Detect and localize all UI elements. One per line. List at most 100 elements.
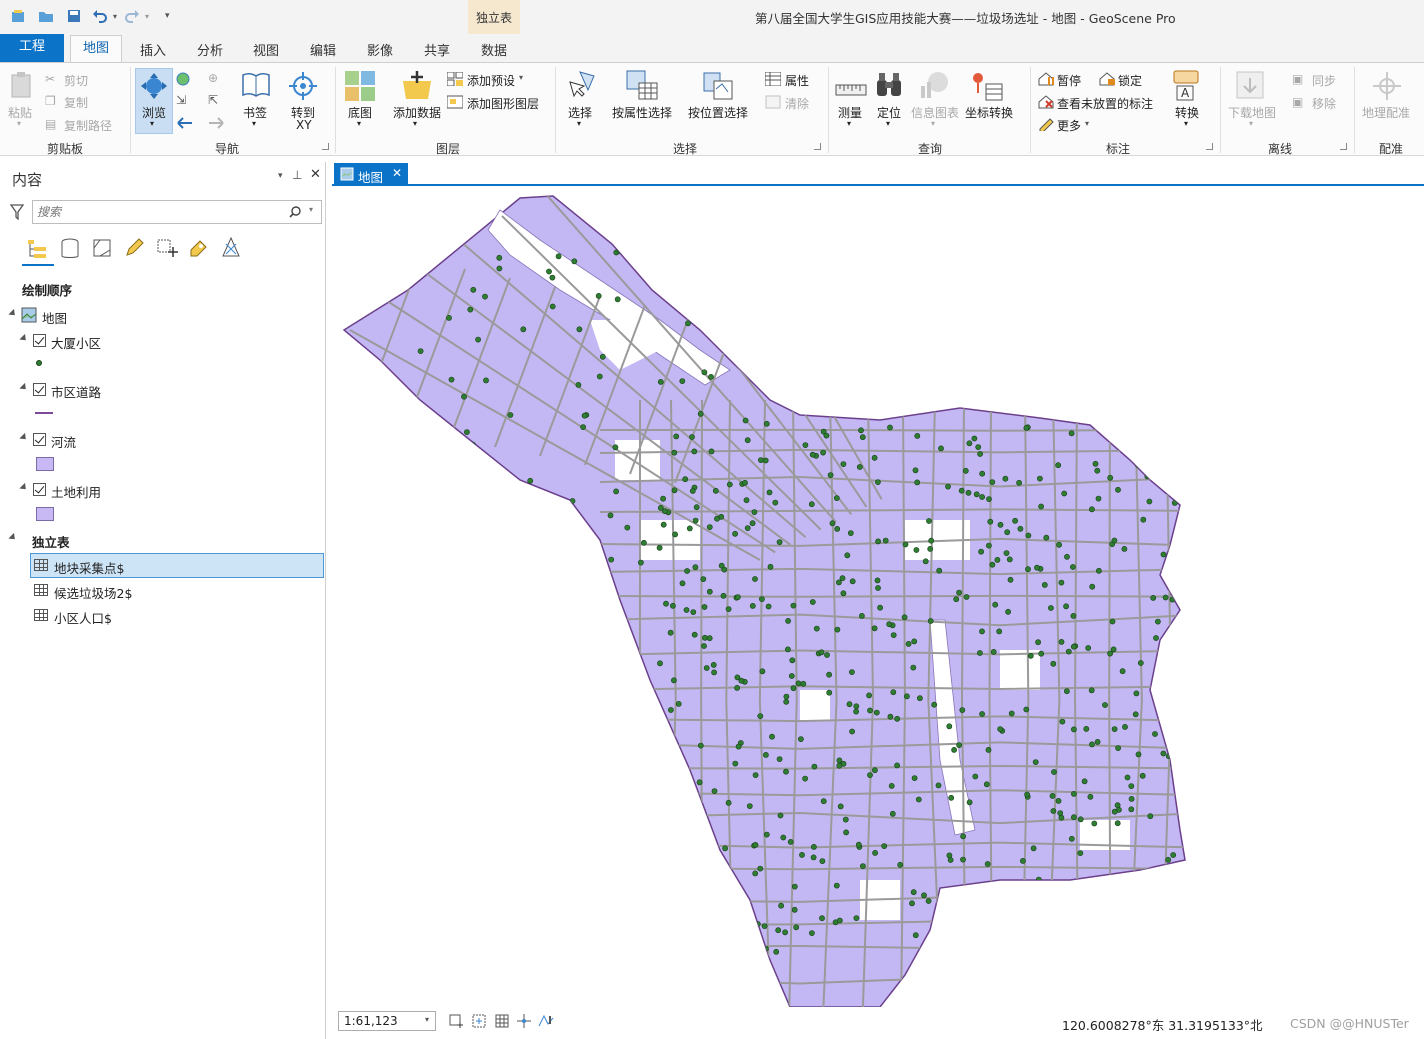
redo-icon[interactable] (124, 8, 140, 24)
tab-edit[interactable]: 编辑 (310, 40, 336, 59)
pause-drawing-icon[interactable] (538, 1013, 554, 1029)
convert-coordinates-icon[interactable] (972, 70, 1004, 102)
tab-project[interactable]: 工程 (0, 34, 64, 62)
layer-collapse-icon[interactable] (19, 333, 29, 344)
offline-launcher-icon[interactable] (1340, 143, 1347, 150)
explore-icon[interactable] (140, 72, 168, 100)
paste-icon[interactable] (9, 71, 35, 101)
goto-xy-icon[interactable] (288, 71, 318, 101)
close-tab-icon[interactable]: ✕ (392, 166, 402, 180)
add-graphics-layer-button[interactable]: 添加图形图层 (467, 95, 539, 112)
list-by-selection-icon[interactable] (92, 238, 112, 258)
locate-icon[interactable] (874, 70, 904, 100)
select-dropdown-icon[interactable]: ▾ (577, 119, 581, 128)
redo-dropdown-icon[interactable]: ▾ (145, 12, 161, 28)
list-by-source-icon[interactable] (60, 238, 80, 260)
map-canvas[interactable] (334, 187, 1424, 1007)
sync-button[interactable]: 同步 (1312, 72, 1336, 89)
next-extent-icon[interactable] (207, 116, 225, 130)
more-dropdown-icon[interactable]: ▾ (1085, 119, 1089, 128)
convert-coordinates-button[interactable]: 坐标转换 (965, 104, 1013, 121)
standalone-collapse-icon[interactable] (8, 532, 18, 543)
copy-button[interactable]: 复制 (64, 94, 88, 111)
cut-button[interactable]: 剪切 (64, 72, 88, 89)
fixed-zoom-in-icon[interactable]: ⇲ (176, 93, 186, 107)
paste-dropdown-icon[interactable]: ▾ (17, 119, 21, 128)
navigate-launcher-icon[interactable] (322, 143, 329, 150)
close-pane-icon[interactable]: ✕ (310, 167, 321, 182)
pause-labels-button[interactable]: 暂停 (1057, 72, 1081, 89)
view-unplaced-button[interactable]: 查看未放置的标注 (1057, 95, 1153, 112)
layer-visibility-checkbox[interactable] (33, 334, 46, 347)
snapping-icon[interactable] (471, 1013, 487, 1029)
undo-icon[interactable] (92, 8, 108, 24)
layer-residential[interactable]: 大厦小区 (51, 333, 101, 352)
layer-rivers[interactable]: 河流 (51, 432, 76, 451)
select-by-attributes-icon[interactable] (625, 69, 659, 101)
layer-collapse-icon[interactable] (19, 432, 29, 443)
layer-visibility-checkbox[interactable] (33, 483, 46, 496)
full-extent-icon[interactable] (175, 71, 191, 87)
table-candidate-landfill[interactable]: 候选垃圾场2$ (54, 583, 132, 602)
coordinate-format-dropdown-icon[interactable]: ⌄ (1250, 1016, 1258, 1027)
lock-labels-button[interactable]: 锁定 (1118, 72, 1142, 89)
select-by-location-button[interactable]: 按位置选择 (688, 104, 748, 121)
bookmarks-icon[interactable] (241, 71, 271, 99)
attributes-button[interactable]: 属性 (785, 72, 809, 89)
table-population[interactable]: 小区人口$ (54, 608, 112, 627)
clear-selection-button[interactable]: 清除 (785, 95, 809, 112)
table-grid-icon[interactable] (494, 1013, 510, 1029)
list-by-snapping-icon[interactable] (156, 238, 178, 258)
point-symbol[interactable] (36, 360, 42, 366)
tab-view[interactable]: 视图 (253, 40, 279, 59)
add-preset-button[interactable]: 添加预设 (467, 72, 515, 89)
layer-roads[interactable]: 市区道路 (51, 382, 101, 401)
customize-qat-icon[interactable]: ▾ (165, 11, 181, 27)
table-parcel-points[interactable]: 地块采集点$ (54, 558, 124, 577)
layer-land-use[interactable]: 土地利用 (51, 482, 101, 501)
polygon-symbol[interactable] (36, 457, 54, 471)
add-data-icon[interactable] (401, 69, 433, 101)
scale-selector[interactable]: 1:61,123 ▾ (338, 1011, 436, 1031)
locate-dropdown-icon[interactable]: ▾ (886, 119, 890, 128)
infographics-icon[interactable] (918, 70, 950, 100)
grid-icon[interactable] (448, 1013, 464, 1029)
measure-icon[interactable] (835, 79, 867, 99)
zoom-to-selection-icon[interactable]: ⊕ (208, 71, 218, 85)
map-view-tab[interactable]: 地图 ✕ (334, 163, 408, 186)
map-node-label[interactable]: 地图 (42, 308, 67, 327)
add-preset-dropdown-icon[interactable]: ▾ (519, 73, 523, 82)
tab-imagery[interactable]: 影像 (367, 40, 393, 59)
tab-map[interactable]: 地图 (70, 35, 122, 63)
list-by-labeling-icon[interactable] (188, 238, 210, 258)
layer-visibility-checkbox[interactable] (33, 383, 46, 396)
layer-collapse-icon[interactable] (19, 382, 29, 393)
download-map-dropdown-icon[interactable]: ▾ (1249, 119, 1253, 128)
basemap-icon[interactable] (344, 70, 376, 102)
tab-insert[interactable]: 插入 (140, 40, 166, 59)
tab-share[interactable]: 共享 (424, 40, 450, 59)
bookmarks-dropdown-icon[interactable]: ▾ (252, 119, 256, 128)
add-data-dropdown-icon[interactable]: ▾ (413, 119, 417, 128)
convert-labels-icon[interactable]: A (1172, 69, 1202, 101)
basemap-dropdown-icon[interactable]: ▾ (357, 119, 361, 128)
select-by-attributes-button[interactable]: 按属性选择 (612, 104, 672, 121)
copy-path-button[interactable]: 复制路径 (64, 117, 112, 134)
search-options-icon[interactable]: ▾ (309, 205, 313, 214)
list-by-drawing-order-tab[interactable] (22, 234, 54, 266)
measure-dropdown-icon[interactable]: ▾ (847, 119, 851, 128)
explore-dropdown-icon[interactable]: ▾ (150, 119, 154, 128)
selection-launcher-icon[interactable] (814, 143, 821, 150)
previous-extent-icon[interactable] (176, 116, 194, 130)
map-collapse-icon[interactable] (8, 308, 18, 319)
georeference-button[interactable]: 地理配准 (1362, 104, 1410, 121)
layer-visibility-checkbox[interactable] (33, 433, 46, 446)
tab-analysis[interactable]: 分析 (197, 40, 223, 59)
filter-icon[interactable] (10, 204, 24, 220)
convert-dropdown-icon[interactable]: ▾ (1184, 119, 1188, 128)
select-icon[interactable] (566, 70, 598, 102)
open-project-icon[interactable] (38, 8, 54, 24)
save-project-icon[interactable] (66, 8, 82, 24)
polygon-symbol[interactable] (36, 507, 54, 521)
remove-button[interactable]: 移除 (1312, 95, 1336, 112)
